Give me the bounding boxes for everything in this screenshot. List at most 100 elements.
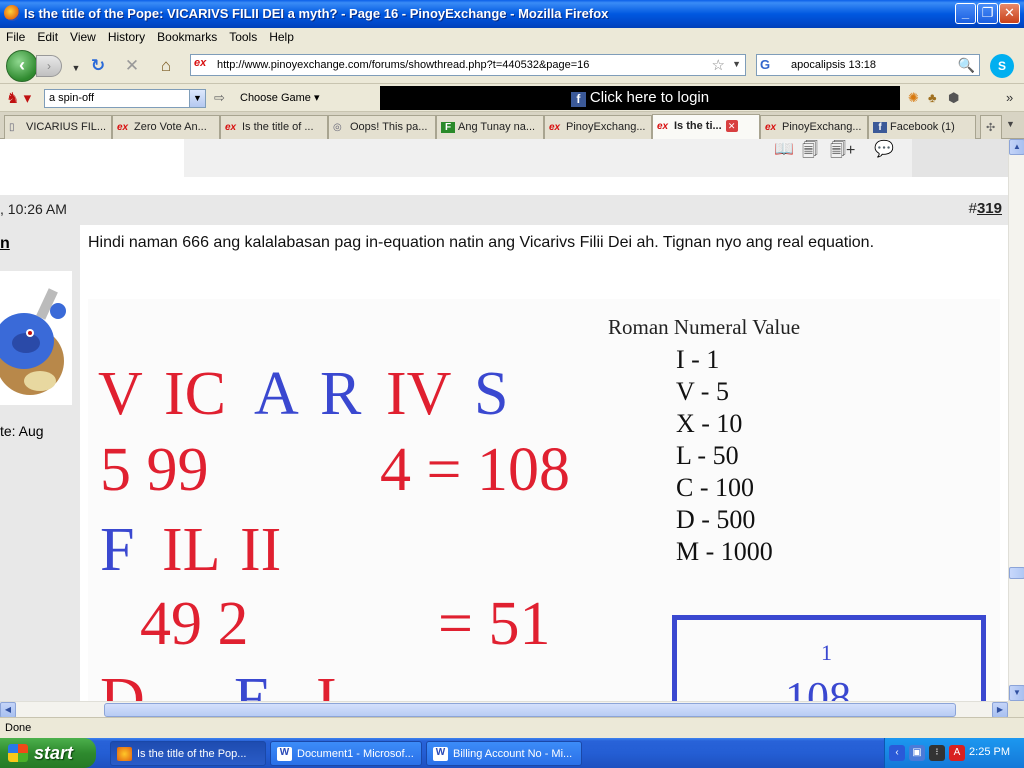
post-number-prefix: # <box>968 200 977 217</box>
windows-flag-icon <box>8 744 28 762</box>
addon-icon-1[interactable]: ✺ <box>908 90 919 106</box>
stop-icon[interactable]: ✕ <box>122 56 142 76</box>
tab-label: Ang Tunay na... <box>458 121 536 133</box>
menu-tools[interactable]: Tools <box>223 28 263 46</box>
history-dropdown-icon[interactable]: ▼ <box>66 58 86 78</box>
new-tab-button[interactable]: ✣ <box>980 115 1002 139</box>
vertical-scrollbar[interactable]: ▲ ▼ <box>1008 139 1024 701</box>
taskbar-item-firefox[interactable]: Is the title of the Pop... <box>110 741 266 766</box>
join-date: te: Aug <box>0 423 44 439</box>
tab-list-icon[interactable]: ▼ <box>1006 119 1015 129</box>
addon-toolbar: ♞ ▾ a spin-off ▼ ⇨ Choose Game ▾ f Click … <box>0 84 1024 112</box>
reload-icon[interactable]: ↻ <box>88 56 108 76</box>
scroll-up-icon[interactable]: ▲ <box>1009 139 1024 155</box>
tab-3[interactable]: ex Is the title of ... <box>220 115 328 139</box>
tab-1[interactable]: ▯ VICARIUS FIL... <box>4 115 112 139</box>
page-icon: ◎ <box>333 122 342 133</box>
traffic-light-icon[interactable]: ⁝ <box>929 745 945 761</box>
maximize-button[interactable]: ❐ <box>977 3 998 24</box>
tab-active[interactable]: ex Is the ti... ✕ <box>652 114 760 139</box>
url-bar[interactable]: ex http://www.pinoyexchange.com/forums/s… <box>190 54 746 76</box>
letter-a: A <box>254 360 299 428</box>
multi-quote-icon[interactable]: 🗐+ <box>830 139 855 166</box>
horizontal-scrollbar[interactable]: ◀ ▶ <box>0 701 1008 718</box>
legend-row: V - 5 <box>676 377 729 406</box>
addon-icon-3[interactable]: ⬢ <box>948 90 959 106</box>
letter-f: F <box>100 516 135 584</box>
row4-sum: = 51 <box>438 590 551 658</box>
forward-button[interactable]: › <box>36 55 62 77</box>
tab-6[interactable]: ex PinoyExchang... <box>544 115 652 139</box>
taskbar-item-word-2[interactable]: W Billing Account No - Mi... <box>426 741 582 766</box>
skype-icon[interactable]: S <box>990 54 1014 78</box>
status-bar: Done <box>0 717 1024 738</box>
arrow-right-icon[interactable]: ⇨ <box>214 90 225 106</box>
search-box[interactable]: G apocalipsis 13:18 🔍 <box>756 54 980 76</box>
pex-icon: ex <box>225 122 237 133</box>
tab-label: PinoyExchang... <box>566 121 646 133</box>
tab-label: Is the ti... <box>674 120 722 132</box>
menu-bar: File Edit View History Bookmarks Tools Help <box>0 28 1024 46</box>
post-header: , 10:26 AM #319 <box>0 195 1008 225</box>
home-icon[interactable]: ⌂ <box>156 56 176 76</box>
user-info-column: n te: Aug <box>0 225 80 701</box>
menu-bookmarks[interactable]: Bookmarks <box>151 28 223 46</box>
menu-edit[interactable]: Edit <box>31 28 64 46</box>
tray-expand-icon[interactable]: ‹ <box>889 745 905 761</box>
title-bar: Is the title of the Pope: VICARIVS FILII… <box>0 0 1024 28</box>
firefox-window: Is the title of the Pope: VICARIVS FILII… <box>0 0 1024 768</box>
user-avatar[interactable] <box>0 271 72 405</box>
quote-icon[interactable]: 🗐 <box>802 139 818 166</box>
combo-dropdown-icon[interactable]: ▼ <box>189 90 205 107</box>
tab-9[interactable]: f Facebook (1) <box>868 115 976 139</box>
scroll-down-icon[interactable]: ▼ <box>1009 685 1024 701</box>
username-link[interactable]: n <box>0 235 10 253</box>
tab-5[interactable]: F Ang Tunay na... <box>436 115 544 139</box>
tab-4[interactable]: ◎ Oops! This pa... <box>328 115 436 139</box>
dog-logo-icon[interactable]: ♞ ▾ <box>6 89 31 107</box>
search-input[interactable]: apocalipsis 13:18 <box>791 59 876 71</box>
url-dropdown-icon[interactable]: ▼ <box>732 59 741 69</box>
antivirus-icon[interactable]: A <box>949 745 965 761</box>
system-tray: ‹ ▣ ⁝ A 2:25 PM <box>884 738 1024 768</box>
addon-icon-2[interactable]: ♣ <box>928 90 937 105</box>
menu-history[interactable]: History <box>102 28 151 46</box>
taskbar-item-word-1[interactable]: W Document1 - Microsof... <box>270 741 422 766</box>
tab-close-icon[interactable]: ✕ <box>725 120 738 132</box>
book-icon[interactable]: 📖 <box>774 139 794 159</box>
reply-bubble-icon[interactable]: 💬 <box>874 139 894 159</box>
post-image: V IC A R IV S 5 99 4 = 108 F IL II 49 2 … <box>88 299 1000 701</box>
tab-2[interactable]: ex Zero Vote An... <box>112 115 220 139</box>
tab-label: Zero Vote An... <box>134 121 207 133</box>
toolbar-overflow-icon[interactable]: » <box>1006 90 1013 105</box>
network-icon[interactable]: ▣ <box>909 745 925 761</box>
word-icon: W <box>433 747 448 761</box>
vertical-scroll-thumb[interactable] <box>1009 567 1024 579</box>
tab-8[interactable]: ex PinoyExchang... <box>760 115 868 139</box>
green-f-icon: F <box>441 122 455 133</box>
menu-file[interactable]: File <box>0 28 31 46</box>
menu-help[interactable]: Help <box>263 28 300 46</box>
toolbar-combo[interactable]: a spin-off ▼ <box>44 89 206 108</box>
task-label: Is the title of the Pop... <box>137 748 247 760</box>
minimize-button[interactable]: _ <box>955 3 976 24</box>
scroll-right-icon[interactable]: ▶ <box>992 702 1008 718</box>
search-magnifier-icon[interactable]: 🔍 <box>958 57 975 74</box>
close-button[interactable]: ✕ <box>999 3 1020 24</box>
start-button[interactable]: start <box>0 738 96 768</box>
scroll-left-icon[interactable]: ◀ <box>0 702 16 718</box>
row2-values: 5 99 <box>100 436 209 504</box>
legend-title: Roman Numeral Value <box>608 315 801 339</box>
menu-view[interactable]: View <box>64 28 102 46</box>
choose-game-label: Choose Game <box>240 92 311 104</box>
horizontal-scroll-thumb[interactable] <box>104 703 956 717</box>
site-favicon-icon: ex <box>194 57 207 69</box>
row4-values: 49 2 <box>140 590 249 658</box>
post-number: #319 <box>969 200 1002 217</box>
post-number-link[interactable]: 319 <box>977 200 1002 217</box>
bookmark-star-icon[interactable]: ☆ <box>712 56 725 74</box>
login-banner[interactable]: f Click here to login <box>380 86 900 110</box>
back-button[interactable]: ‹ <box>6 50 38 82</box>
choose-game-menu[interactable]: Choose Game ▾ <box>240 91 320 104</box>
google-icon[interactable]: G <box>760 57 776 73</box>
